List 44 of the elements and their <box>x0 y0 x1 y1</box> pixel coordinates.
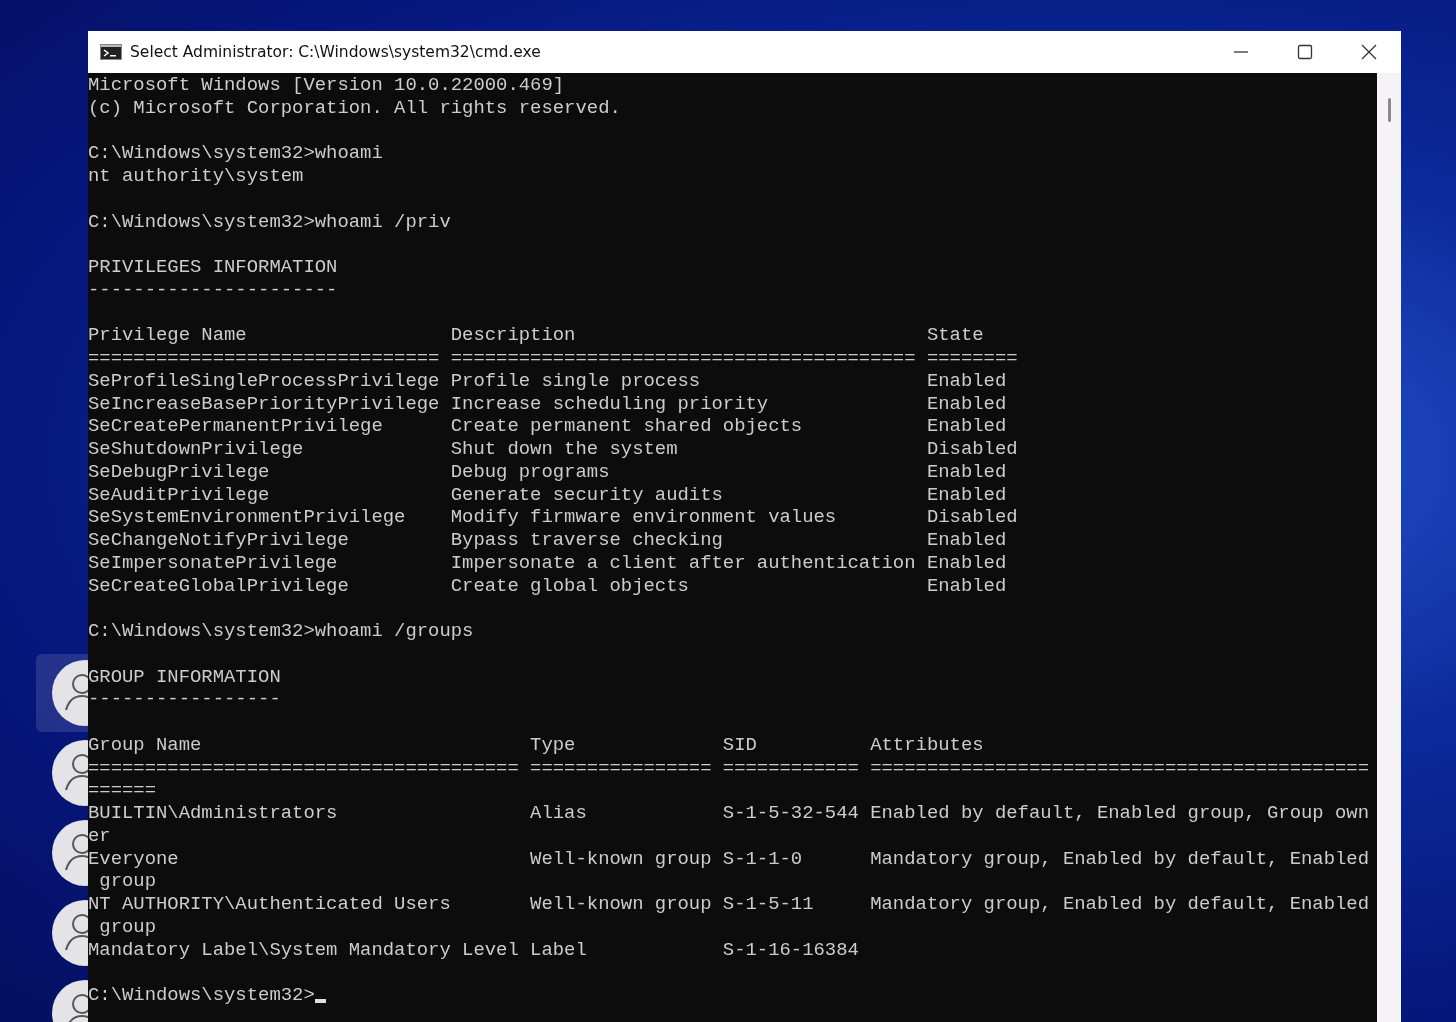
console-line: Everyone Well-known group S-1-1-0 Mandatory group, Enabled by default, Enabled <box>88 847 1370 871</box>
console-line: ====================================== ================ ============ ============================================ <box>88 756 1370 780</box>
user-avatar-icon <box>52 820 88 886</box>
console-line: ----------------- <box>88 688 282 711</box>
console-line: C:\Windows\system32>whoami /groups <box>88 620 475 643</box>
user-avatar-icon <box>52 900 88 966</box>
scrollbar-thumb[interactable] <box>1388 98 1391 122</box>
console-line: NT AUTHORITY\Authenticated Users Well-known group S-1-5-11 Mandatory group, Enabled by default, Enabled <box>88 893 1370 916</box>
maximize-icon <box>1297 44 1313 60</box>
console-line: Microsoft Windows [Version 10.0.22000.469] <box>88 74 566 97</box>
console-line: SeSystemEnvironmentPrivilege Modify firmware environment values Disabled <box>88 506 1019 529</box>
console-line: SeCreateGlobalPrivilege Create global objects Enabled <box>88 574 1008 598</box>
console-line: SeShutdownPrivilege Shut down the system Disabled <box>88 438 1019 461</box>
console-line: Group Name Type SID Attributes <box>88 733 985 757</box>
console-line: C:\Windows\system32> <box>88 984 315 1007</box>
console-line: =============================== ========================================= ======== <box>88 347 1019 370</box>
console-line: SeCreatePermanentPrivilege Create permanent shared objects Enabled <box>88 415 1008 438</box>
console-line: ---------------------- <box>88 278 339 302</box>
window-title: Select Administrator: C:\Windows\system32\cmd.exe <box>130 43 542 61</box>
console-line: SeChangeNotifyPrivilege Bypass traverse checking Enabled <box>88 529 1008 552</box>
console-line: SeImpersonatePrivilege Impersonate a client after authentication Enabled <box>88 551 1008 575</box>
console-line: SeDebugPrivilege Debug programs Enabled <box>88 460 1008 484</box>
console-line: group <box>98 870 158 893</box>
scrollbar[interactable] <box>1377 73 1401 1022</box>
minimize-icon <box>1233 51 1249 53</box>
console-line: C:\Windows\system32>whoami <box>88 142 384 165</box>
close-icon <box>1361 44 1377 60</box>
console-line: group <box>98 915 158 939</box>
console-line: Privilege Name Description State <box>88 324 985 347</box>
console-line: er <box>88 824 112 848</box>
console-line: GROUP INFORMATION <box>88 665 282 689</box>
console-line: Mandatory Label\System Mandatory Level Label S-1-16-16384 <box>88 938 860 962</box>
console-line: SeProfileSingleProcessPrivilege Profile single process Enabled <box>88 369 1008 393</box>
console-line: SeIncreaseBasePriorityPrivilege Increase scheduling priority Enabled <box>88 392 1008 416</box>
console-line: SeAuditPrivilege Generate security audits Enabled <box>88 483 1008 507</box>
user-avatar-icon <box>52 740 88 806</box>
console-line: ====== <box>88 779 158 802</box>
user-avatar-icon <box>52 660 88 726</box>
console-line: nt authority\system <box>88 165 305 188</box>
console-line: PRIVILEGES INFORMATION <box>88 256 339 279</box>
console-line: BUILTIN\Administrators Alias S-1-5-32-544 Enabled by default, Enabled group, Group own <box>88 802 1370 825</box>
console-line: (c) Microsoft Corporation. All rights reserved. <box>88 96 622 120</box>
console-line: C:\Windows\system32>whoami /priv <box>88 210 452 234</box>
terminal-icon <box>100 44 122 60</box>
